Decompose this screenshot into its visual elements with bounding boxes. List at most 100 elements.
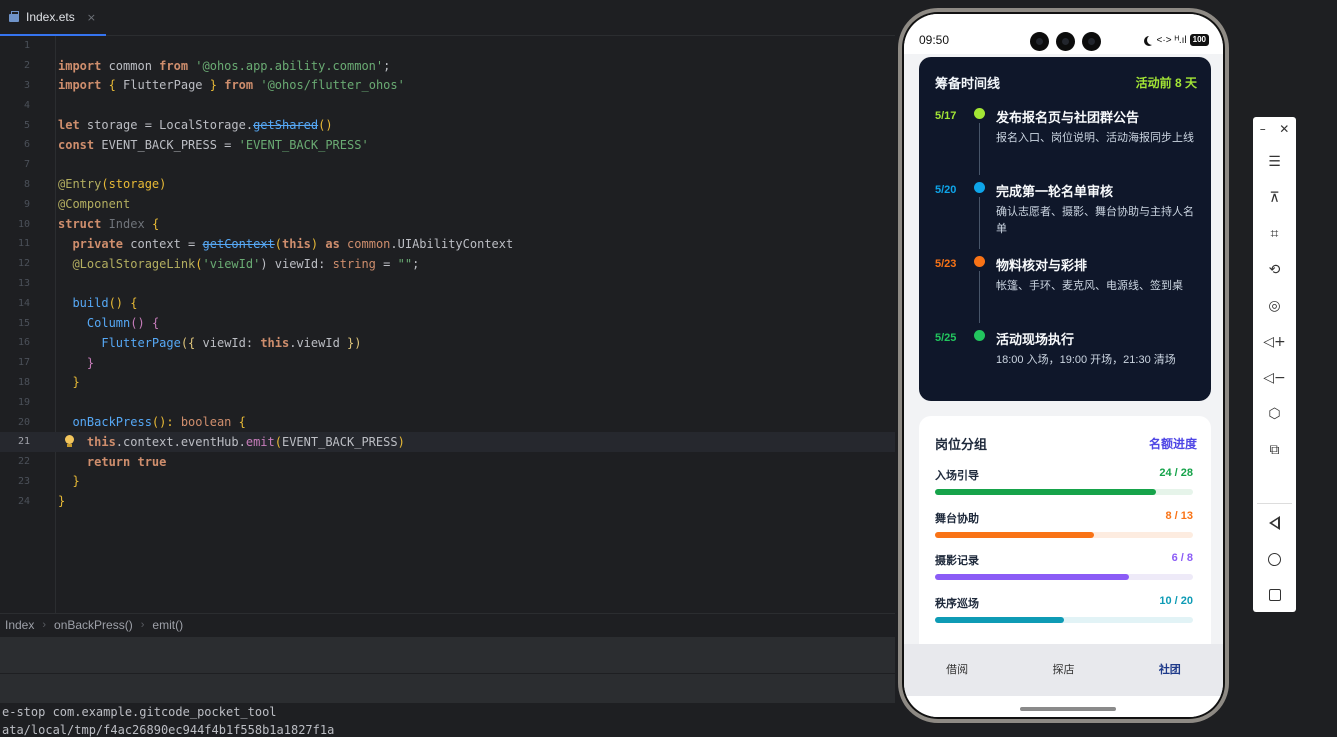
- rotate-icon[interactable]: ⟲: [1253, 255, 1296, 285]
- shake-icon[interactable]: ⬡: [1253, 399, 1296, 429]
- quota-progress-link[interactable]: 名额进度: [1149, 435, 1197, 452]
- code-line: 23 }: [0, 472, 895, 492]
- home-indicator[interactable]: [1020, 707, 1116, 711]
- recents-icon[interactable]: [1253, 580, 1296, 610]
- timeline-item-desc: 帐篷、手环、麦克风、电源线、签到桌: [996, 280, 1183, 292]
- role-progress-fill: [935, 489, 1157, 495]
- nav-tab-clubs[interactable]: 社团: [1130, 661, 1210, 677]
- menu-icon[interactable]: ☰: [1253, 147, 1296, 177]
- code-line-current: 21 this.context.eventHub.emit(EVENT_BACK…: [0, 432, 895, 452]
- line-number: 10: [17, 218, 30, 230]
- code-line: 19: [0, 392, 895, 412]
- code-editor[interactable]: 1 2 import common from '@ohos.app.abilit…: [0, 36, 895, 613]
- ets-file-icon: [8, 11, 20, 23]
- role-count: 8 / 13: [1165, 510, 1193, 522]
- role-progress-fill: [935, 532, 1094, 538]
- line-number: 16: [17, 337, 30, 349]
- role-count: 6 / 8: [1171, 552, 1193, 564]
- code-text: private context = getContext(this) as co…: [58, 236, 514, 251]
- code-line: 4: [0, 95, 895, 115]
- code-text: }: [58, 494, 66, 509]
- code-line: 11 private context = getContext(this) as…: [0, 234, 895, 254]
- phone-emulator-frame: 09:50 <·> ᴴ.ıl 100 筹备时间线 活动前 8 天 5/17 发布…: [898, 8, 1229, 723]
- nav-tab-borrow[interactable]: 借阅: [917, 661, 997, 677]
- timeline-dot: [974, 256, 985, 267]
- code-line: 6 const EVENT_BACK_PRESS = 'EVENT_BACK_P…: [0, 135, 895, 155]
- code-line: 9 @Component: [0, 194, 895, 214]
- code-text: @Component: [58, 197, 131, 212]
- home-circle: [1268, 552, 1281, 566]
- code-text: }: [58, 355, 95, 370]
- code-text: Column() {: [58, 316, 160, 331]
- multi-device-icon[interactable]: ⧉: [1253, 435, 1296, 465]
- phone-screen[interactable]: 09:50 <·> ᴴ.ıl 100 筹备时间线 活动前 8 天 5/17 发布…: [904, 14, 1223, 717]
- tool-window-toolbar: [0, 673, 895, 703]
- tab-index-ets[interactable]: Index.ets ×: [0, 0, 106, 36]
- timeline-item-title: 物料核对与彩排: [996, 258, 1088, 273]
- code-text: return true: [58, 454, 167, 469]
- role-name: 舞台协助: [935, 513, 979, 525]
- minimize-icon[interactable]: –: [1260, 122, 1266, 136]
- screenshot-icon[interactable]: ◎: [1253, 291, 1296, 321]
- roles-card: 岗位分组 名额进度 入场引导 24 / 28 舞台协助 8 / 13 摄影记录 …: [919, 416, 1211, 656]
- role-count: 10 / 20: [1159, 595, 1193, 607]
- status-time: 09:50: [919, 33, 950, 47]
- run-console[interactable]: e-stop com.example.gitcode_pocket_tool a…: [0, 703, 895, 737]
- breadcrumb-separator: ›: [42, 619, 47, 631]
- line-number: 11: [17, 238, 30, 250]
- battery-icon: 100: [1189, 34, 1209, 46]
- role-row[interactable]: 秩序巡场 10 / 20: [935, 595, 1193, 631]
- line-number: 4: [23, 99, 30, 111]
- code-line: 7: [0, 155, 895, 175]
- emulator-toolbar: – ✕ ☰ ⊼ ⌗ ⟲ ◎ ◁+ ◁− ⬡ ⧉: [1253, 117, 1296, 612]
- code-line: 13: [0, 274, 895, 294]
- breadcrumb-item[interactable]: onBackPress(): [54, 618, 133, 632]
- timeline-dot: [974, 108, 985, 119]
- countdown-badge: 活动前 8 天: [1135, 76, 1197, 90]
- code-line: 18 }: [0, 373, 895, 393]
- role-count: 24 / 28: [1159, 467, 1193, 479]
- code-line: 16 FlutterPage({ viewId: this.viewId }): [0, 333, 895, 353]
- back-icon[interactable]: [1253, 508, 1296, 538]
- role-row[interactable]: 摄影记录 6 / 8: [935, 552, 1193, 588]
- console-line: ata/local/tmp/f4ac26890ec944f4b1f558b1a1…: [2, 723, 335, 737]
- volume-down-icon[interactable]: ◁−: [1253, 363, 1296, 393]
- crop-icon[interactable]: ⌗: [1253, 219, 1296, 249]
- timeline-item-desc: 确认志愿者、摄影、舞台协助与主持人名单: [996, 206, 1194, 235]
- line-number: 5: [23, 119, 30, 131]
- line-number: 2: [23, 60, 30, 72]
- phone-bezel: 09:50 <·> ᴴ.ıl 100 筹备时间线 活动前 8 天 5/17 发布…: [902, 12, 1225, 719]
- line-number: 19: [17, 396, 30, 408]
- tab-close-icon[interactable]: ×: [87, 11, 96, 24]
- role-progress-track: [935, 617, 1193, 623]
- role-row[interactable]: 入场引导 24 / 28: [935, 467, 1193, 503]
- timeline-date: 5/20: [935, 184, 957, 196]
- nav-tab-explore-shops[interactable]: 探店: [1023, 661, 1103, 677]
- pin-icon[interactable]: ⊼: [1253, 183, 1296, 213]
- toolbar-divider: [1257, 503, 1292, 504]
- home-icon[interactable]: [1253, 544, 1296, 574]
- breadcrumb: Index › onBackPress() › emit(): [0, 613, 895, 636]
- breadcrumb-item[interactable]: Index: [5, 618, 34, 632]
- status-bar: 09:50 <·> ᴴ.ıl 100: [904, 14, 1223, 54]
- line-number: 24: [17, 495, 30, 507]
- volume-up-icon[interactable]: ◁+: [1253, 327, 1296, 357]
- code-text: let storage = LocalStorage.getShared(): [58, 118, 333, 133]
- role-row[interactable]: 舞台协助 8 / 13: [935, 510, 1193, 546]
- network-icon: <·>: [1156, 34, 1172, 46]
- line-number: 1: [23, 40, 30, 52]
- breadcrumb-separator: ›: [140, 619, 145, 631]
- role-progress-track: [935, 574, 1193, 580]
- close-icon[interactable]: ✕: [1279, 122, 1289, 136]
- timeline-item-desc: 18:00 入场，19:00 开场，21:30 清场: [996, 354, 1176, 366]
- breadcrumb-item[interactable]: emit(): [152, 618, 183, 632]
- line-number: 18: [17, 376, 30, 388]
- bottom-navigation: 借阅 探店 社团: [904, 644, 1223, 699]
- back-triangle: [1269, 516, 1280, 530]
- timeline-date: 5/23: [935, 258, 957, 270]
- camera-icon: [1082, 32, 1101, 51]
- code-text: import { FlutterPage } from '@ohos/flutt…: [58, 78, 405, 93]
- camera-icon: [1030, 32, 1049, 51]
- code-text: build() {: [58, 296, 138, 311]
- line-number: 8: [23, 178, 30, 190]
